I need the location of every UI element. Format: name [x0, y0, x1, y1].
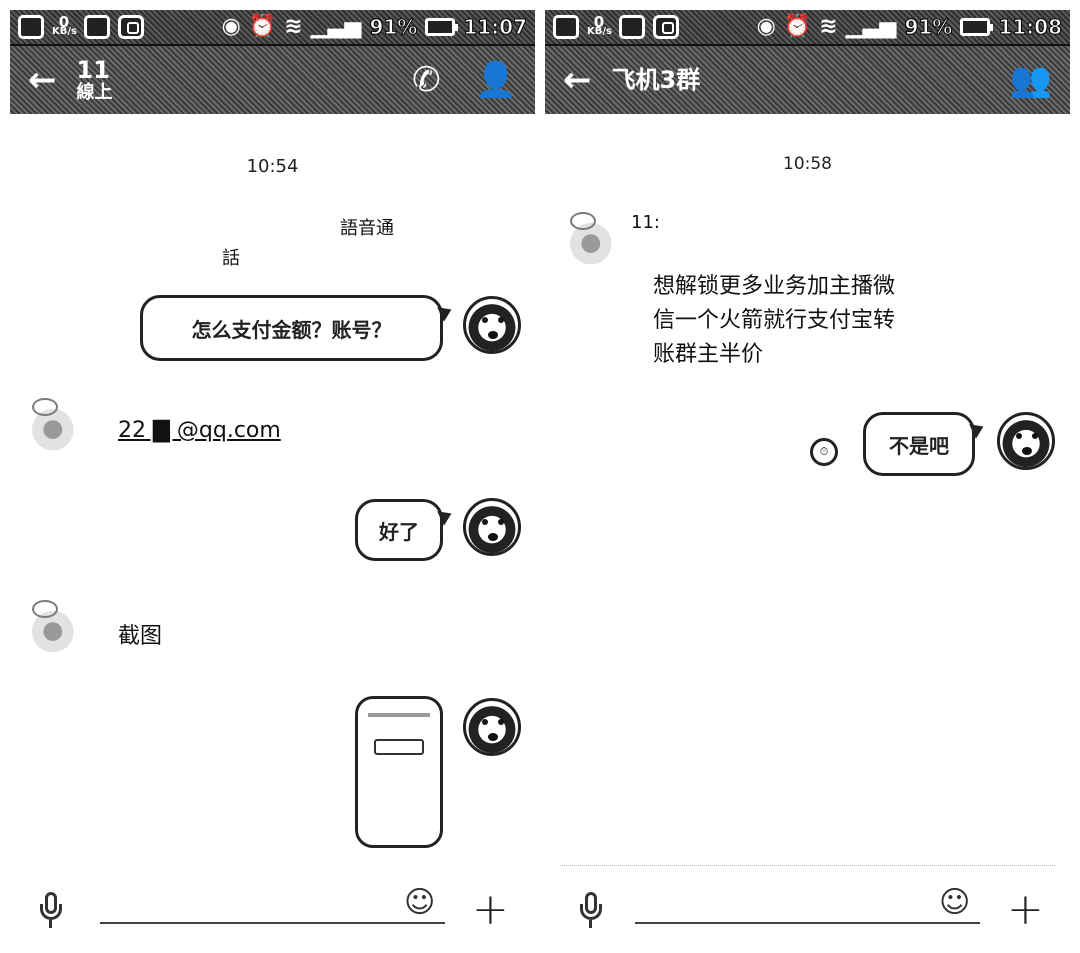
screenshot-thumb-bar — [368, 713, 430, 717]
system-message-line1: 語音通 — [340, 218, 394, 239]
location-icon: ◉ — [756, 14, 776, 39]
sent-message-bubble[interactable]: 不是吧 — [863, 412, 975, 476]
received-message-line: 信一个火箭就行支付宝转 — [653, 308, 896, 333]
screenshot-thumb-box — [374, 739, 424, 755]
group-title: 飞机3群 — [611, 66, 701, 94]
gallery-icon — [553, 15, 579, 39]
message-input[interactable] — [100, 922, 445, 924]
sent-message-bubble[interactable]: 好了 — [355, 499, 443, 561]
gallery-icon — [18, 15, 44, 39]
battery-percent: 91% — [369, 15, 418, 40]
my-avatar[interactable] — [463, 498, 521, 556]
battery-percent: 91% — [904, 15, 953, 40]
alarm-icon: ⏰ — [783, 14, 812, 39]
chat-timestamp: 10:54 — [246, 156, 299, 177]
my-avatar[interactable] — [997, 412, 1055, 470]
gallery-icon — [619, 15, 645, 39]
plus-icon[interactable]: + — [1007, 888, 1044, 932]
wifi-icon: ≋ — [284, 14, 303, 39]
received-message: 截图 — [118, 624, 163, 649]
online-status: 線上 — [76, 82, 113, 103]
group-icon[interactable]: 👥 — [1010, 63, 1052, 97]
battery-icon — [425, 18, 459, 36]
chat-pane-direct: 0 KB/s ◉ ⏰ ≋ ▁▃▅ 91% 11:07 ← 11 線上 ✆ 👤 10… — [10, 10, 535, 943]
lock-icon — [653, 15, 679, 39]
microphone-icon[interactable] — [580, 892, 602, 928]
net-speed-indicator: 0 KB/s — [587, 15, 612, 39]
microphone-icon[interactable] — [40, 892, 62, 928]
person-icon[interactable]: 👤 — [475, 63, 517, 97]
system-message-line2: 話 — [222, 248, 240, 269]
my-avatar[interactable] — [463, 698, 521, 756]
input-divider — [560, 865, 1055, 866]
contact-avatar[interactable] — [22, 598, 78, 654]
status-bar: 0 KB/s ◉ ⏰ ≋ ▁▃▅ 91% 11:08 — [545, 10, 1070, 46]
signal-icon: ▁▃▅ — [845, 14, 897, 39]
message-input[interactable] — [635, 922, 980, 924]
my-avatar[interactable] — [463, 296, 521, 354]
net-speed-indicator: 0 KB/s — [52, 15, 77, 39]
email-link[interactable]: 22 ▇ @qq.com — [118, 418, 281, 443]
received-message: 想解锁更多业务加主播微 信一个火箭就行支付宝转 账群主半价 — [653, 270, 895, 372]
chat-header: ← 11 線上 ✆ 👤 — [10, 46, 535, 114]
wifi-icon: ≋ — [819, 14, 838, 39]
chat-pane-group: 0 KB/s ◉ ⏰ ≋ ▁▃▅ 91% 11:08 ← 飞机3群 👥 10:58… — [545, 10, 1070, 943]
phone-icon[interactable]: ✆ — [412, 63, 441, 97]
alarm-icon: ⏰ — [248, 14, 277, 39]
net-speed-unit: KB/s — [52, 26, 77, 37]
chat-header: ← 飞机3群 👥 — [545, 46, 1070, 114]
received-message-line: 想解锁更多业务加主播微 — [653, 274, 896, 299]
chat-title: 11 — [76, 56, 110, 84]
chat-title-block[interactable]: 11 線上 — [77, 57, 113, 103]
contact-avatar[interactable] — [22, 396, 78, 452]
plus-icon[interactable]: + — [472, 888, 509, 932]
emoji-icon[interactable]: ☺ — [404, 888, 435, 918]
battery-icon — [960, 18, 994, 36]
lock-icon — [118, 15, 144, 39]
back-arrow-icon[interactable]: ← — [563, 63, 592, 97]
status-time: 11:08 — [998, 15, 1063, 40]
sent-message-bubble[interactable]: 怎么支付金额？账号？ — [140, 295, 443, 361]
timer-icon[interactable]: ⏱ — [810, 438, 838, 466]
net-speed-unit: KB/s — [587, 26, 612, 37]
chat-timestamp: 10:58 — [783, 154, 832, 174]
emoji-icon[interactable]: ☺ — [939, 888, 970, 918]
status-time: 11:07 — [463, 15, 528, 40]
received-message-line: 账群主半价 — [653, 342, 764, 367]
sender-name: 11: — [631, 212, 660, 233]
location-icon: ◉ — [221, 14, 241, 39]
screenshot-image-bubble[interactable] — [355, 696, 443, 848]
chat-title-block[interactable]: 飞机3群 — [612, 67, 701, 93]
sender-avatar[interactable] — [560, 210, 616, 266]
back-arrow-icon[interactable]: ← — [28, 63, 57, 97]
signal-icon: ▁▃▅ — [310, 14, 362, 39]
gallery-icon — [84, 15, 110, 39]
status-bar: 0 KB/s ◉ ⏰ ≋ ▁▃▅ 91% 11:07 — [10, 10, 535, 46]
